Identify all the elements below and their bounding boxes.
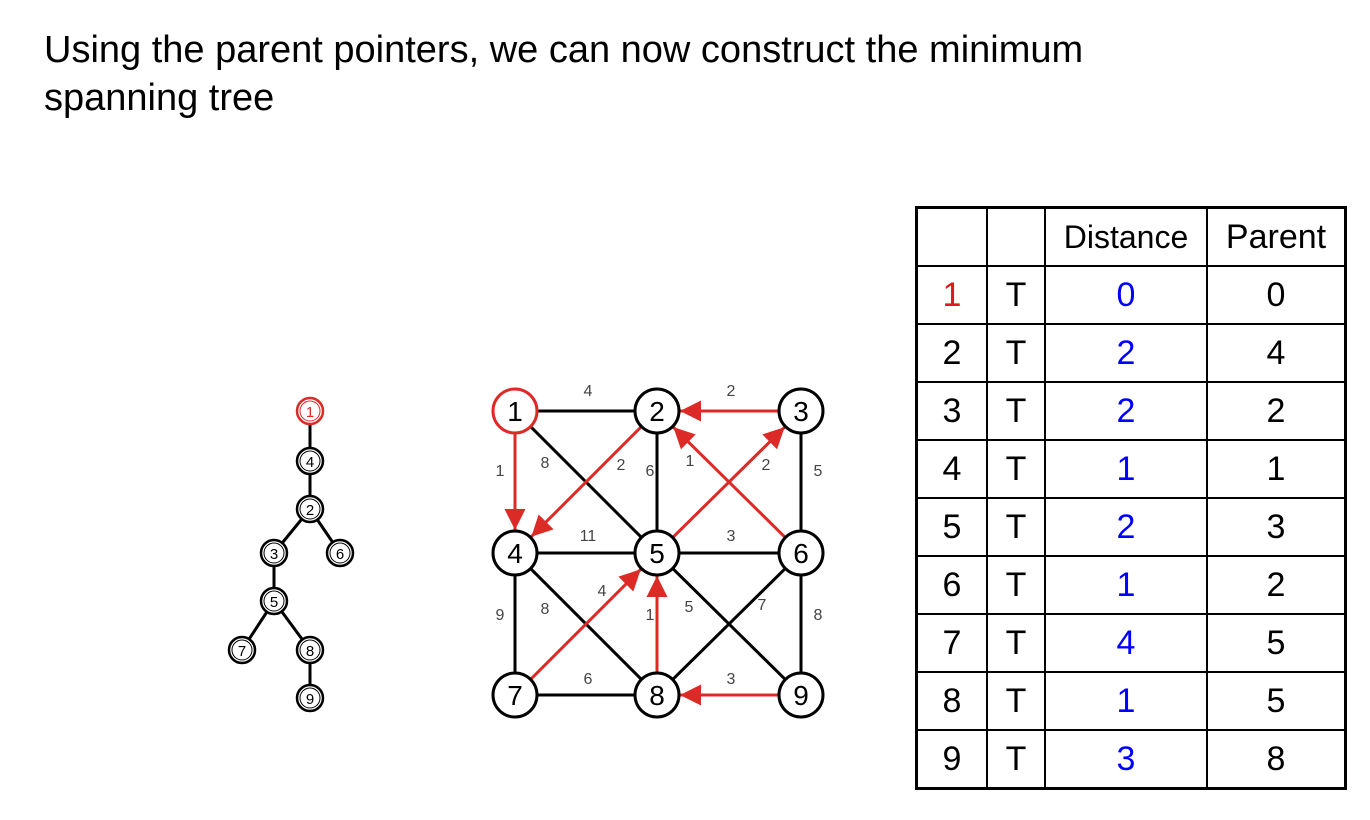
tree-node-label: 8 <box>306 643 314 660</box>
cell-vertex: 2 <box>915 323 988 383</box>
graph-node-label: 7 <box>507 680 523 711</box>
table-row: 2T24 <box>915 323 1347 383</box>
cell-distance: 1 <box>1044 671 1208 731</box>
table-header-row: Distance Parent <box>915 206 1347 267</box>
cell-known: T <box>986 613 1046 673</box>
edge-weight-label: 7 <box>758 597 767 614</box>
cell-vertex: 9 <box>915 729 988 790</box>
header-vertex <box>915 206 988 267</box>
graph-node-label: 1 <box>507 396 523 427</box>
cell-distance: 0 <box>1044 265 1208 325</box>
tree-node-label: 6 <box>336 546 344 563</box>
graph-node-label: 5 <box>649 538 665 569</box>
cell-parent: 2 <box>1206 555 1347 615</box>
graph-node-label: 8 <box>649 680 665 711</box>
cell-parent: 3 <box>1206 497 1347 557</box>
edge-weight-label: 1 <box>646 607 655 624</box>
tree-node-label: 5 <box>270 594 278 611</box>
edge-weight-label: 3 <box>727 671 736 688</box>
cell-known: T <box>986 323 1046 383</box>
graph-node-label: 3 <box>793 396 809 427</box>
cell-distance: 1 <box>1044 555 1208 615</box>
edge-weight-label: 4 <box>598 583 607 600</box>
tree-node-label: 9 <box>306 691 314 708</box>
cell-vertex: 1 <box>915 265 988 325</box>
table-row: 5T23 <box>915 497 1347 557</box>
table-row: 8T15 <box>915 671 1347 731</box>
edge-weight-label: 5 <box>814 463 823 480</box>
edge-weight-label: 3 <box>727 528 736 545</box>
tree-nodes: 1 4 2 3 6 5 7 8 9 <box>227 396 355 713</box>
tree-node-label: 1 <box>306 404 314 421</box>
edge-weight-label: 6 <box>646 463 655 480</box>
cell-distance: 4 <box>1044 613 1208 673</box>
graph-node-label: 4 <box>507 538 523 569</box>
edge-weight-label: 6 <box>584 671 593 688</box>
cell-vertex: 4 <box>915 439 988 499</box>
cell-distance: 2 <box>1044 323 1208 383</box>
table-row: 1T00 <box>915 265 1347 325</box>
cell-vertex: 6 <box>915 555 988 615</box>
distance-table: Distance Parent 1T00 2T24 3T22 4T11 5T23… <box>915 206 1347 790</box>
graph-node-label: 9 <box>793 680 809 711</box>
cell-distance: 1 <box>1044 439 1208 499</box>
cell-distance: 2 <box>1044 497 1208 557</box>
edge-weight-label: 9 <box>496 607 505 624</box>
edge-weight-label: 2 <box>617 457 626 474</box>
header-distance: Distance <box>1044 206 1208 267</box>
cell-vertex: 7 <box>915 613 988 673</box>
edge-weight-label: 8 <box>541 455 550 472</box>
graph-node-label: 2 <box>649 396 665 427</box>
graph-diagram: 1 4 2 3 6 5 7 8 9 4 2 1 8 2 6 1 2 5 11 3 9 8 4 1 5 7 8 6 3 1 2 3 4 5 6 7 8 9 <box>227 383 825 719</box>
cell-known: T <box>986 671 1046 731</box>
table-row: 6T12 <box>915 555 1347 615</box>
edge-weight-label: 2 <box>762 457 771 474</box>
edge-weight-label: 2 <box>727 383 736 400</box>
cell-parent: 5 <box>1206 671 1347 731</box>
edge-weight-label: 5 <box>685 599 694 616</box>
graph-node-label: 6 <box>793 538 809 569</box>
tree-node-label: 3 <box>270 546 278 563</box>
table-row: 9T38 <box>915 729 1347 790</box>
weighted-graph: 4 2 1 8 2 6 1 2 5 11 3 9 8 4 1 5 7 8 6 3 1 2 3 4 5 6 7 8 9 <box>491 383 825 719</box>
table-row: 7T45 <box>915 613 1347 673</box>
cell-vertex: 8 <box>915 671 988 731</box>
edge-weight-label: 1 <box>686 453 695 470</box>
cell-known: T <box>986 265 1046 325</box>
cell-parent: 4 <box>1206 323 1347 383</box>
edge-weight-label: 11 <box>580 528 597 545</box>
cell-parent: 8 <box>1206 729 1347 790</box>
table-row: 3T22 <box>915 381 1347 441</box>
cell-known: T <box>986 439 1046 499</box>
edge-weight-label: 1 <box>496 463 505 480</box>
cell-parent: 1 <box>1206 439 1347 499</box>
spanning-tree: 1 4 2 3 6 5 7 8 9 <box>227 396 355 713</box>
edge-weight-label: 4 <box>584 383 593 400</box>
cell-parent: 5 <box>1206 613 1347 673</box>
tree-node-label: 4 <box>306 454 314 471</box>
cell-known: T <box>986 497 1046 557</box>
tree-edges <box>240 411 342 698</box>
header-parent: Parent <box>1206 206 1347 267</box>
edge-weight-label: 8 <box>814 607 823 624</box>
tree-node-label: 2 <box>306 502 314 519</box>
cell-known: T <box>986 381 1046 441</box>
cell-distance: 3 <box>1044 729 1208 790</box>
header-known <box>986 206 1046 267</box>
cell-parent: 2 <box>1206 381 1347 441</box>
cell-vertex: 5 <box>915 497 988 557</box>
cell-parent: 0 <box>1206 265 1347 325</box>
edge-weight-label: 8 <box>541 601 550 618</box>
tree-node-label: 7 <box>238 643 246 660</box>
cell-vertex: 3 <box>915 381 988 441</box>
cell-known: T <box>986 729 1046 790</box>
cell-known: T <box>986 555 1046 615</box>
cell-distance: 2 <box>1044 381 1208 441</box>
table-row: 4T11 <box>915 439 1347 499</box>
